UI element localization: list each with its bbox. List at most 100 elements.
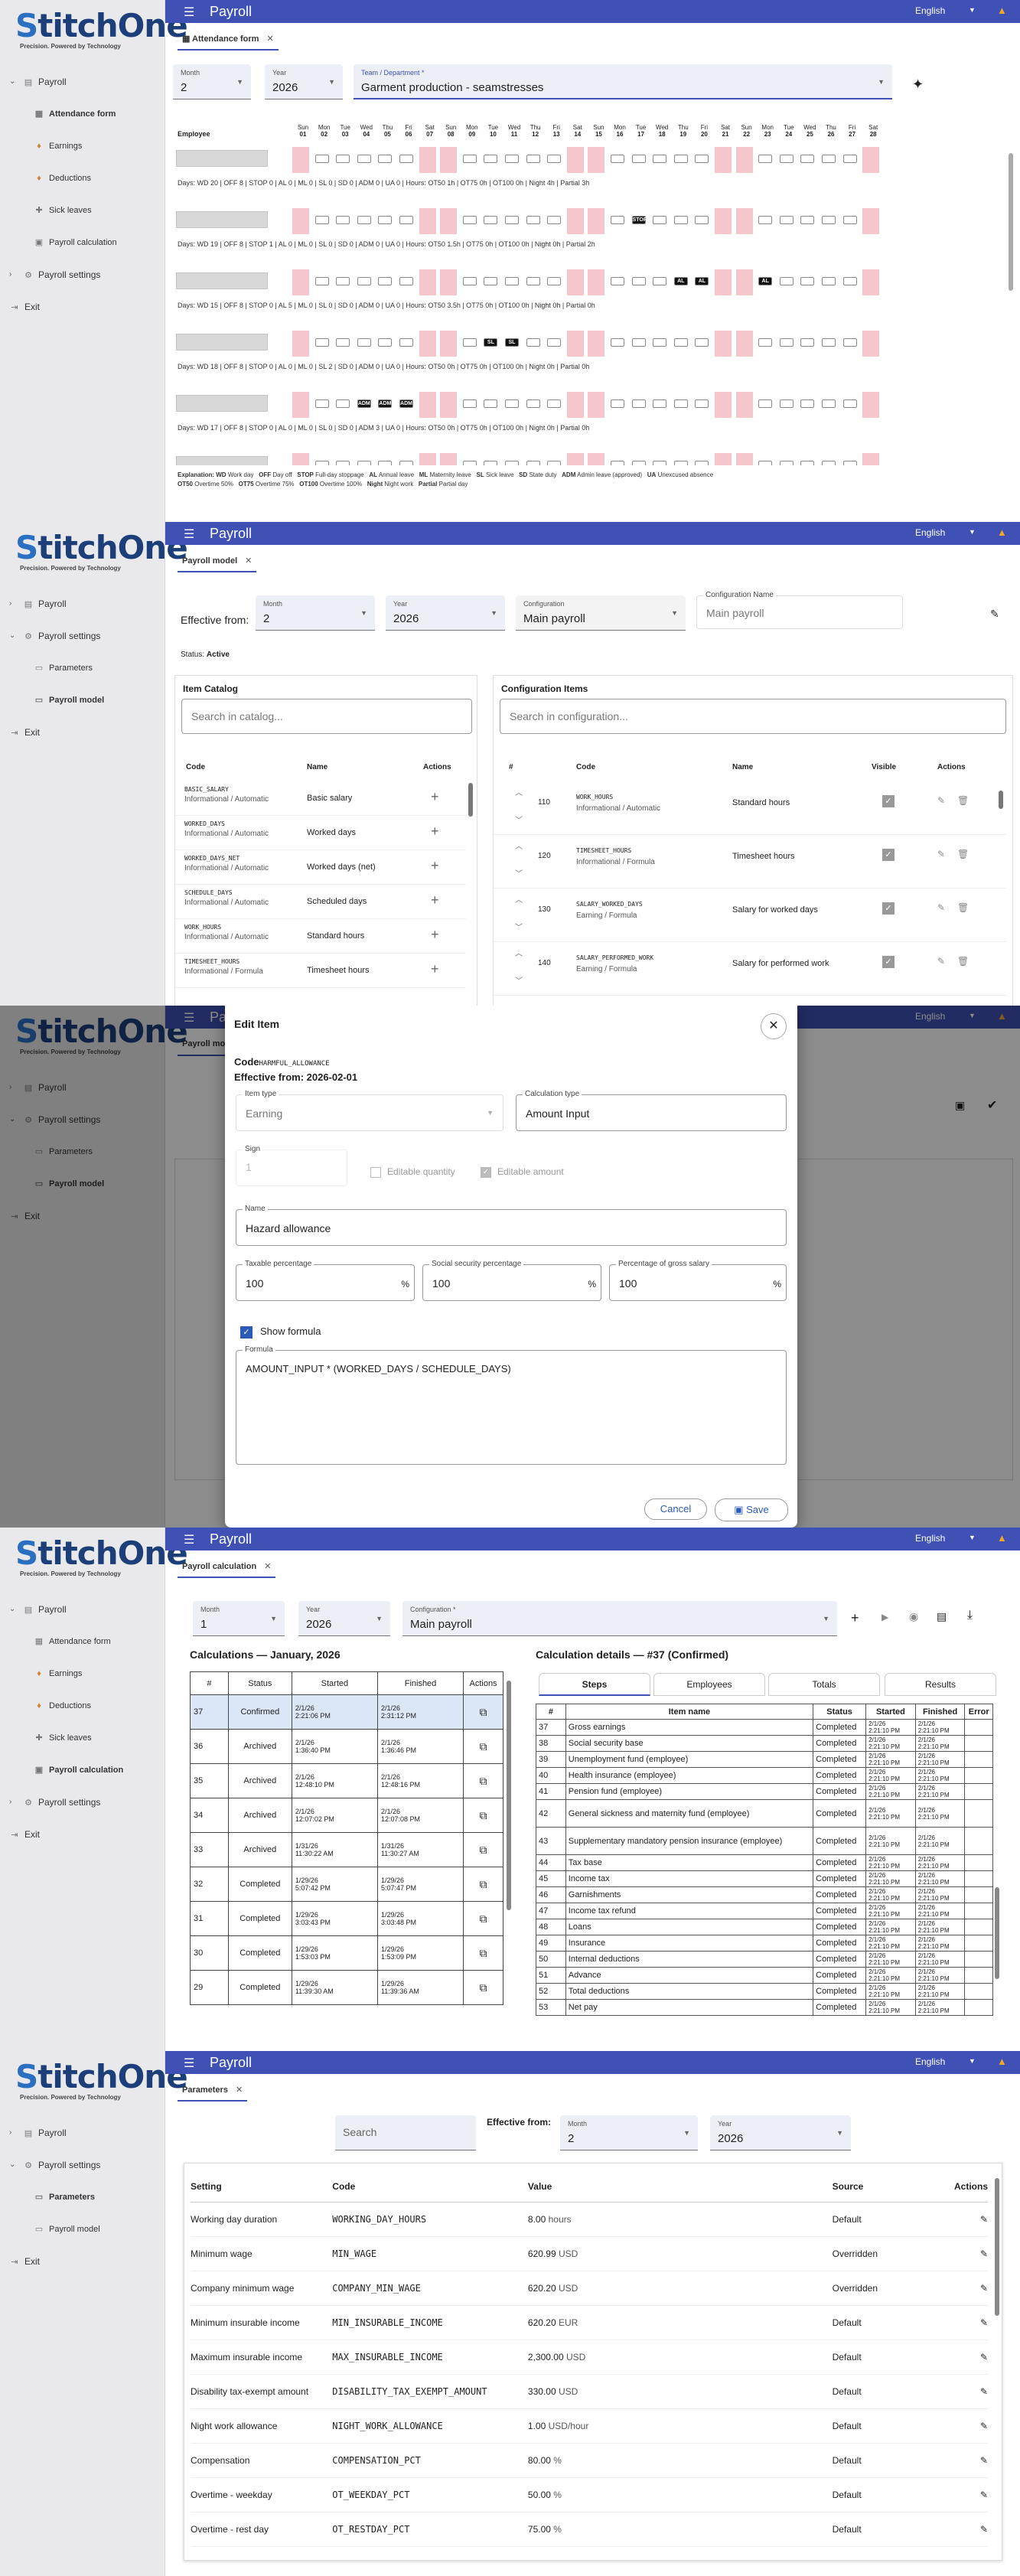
calculation-row[interactable]: 37 Confirmed 2/1/26 2:21:06 PM 2/1/26 2:31… (190, 1694, 503, 1730)
day-cell[interactable] (440, 453, 458, 465)
day-cell[interactable] (757, 208, 774, 234)
day-cell[interactable] (334, 208, 351, 234)
day-cell[interactable]: AL (757, 269, 774, 295)
day-input[interactable] (758, 338, 773, 347)
day-input[interactable] (673, 216, 688, 224)
day-cell[interactable] (588, 208, 605, 234)
edit-icon[interactable]: ✎ (980, 2455, 988, 2466)
day-cell[interactable] (419, 392, 436, 418)
day-cell[interactable] (799, 147, 816, 173)
month-select[interactable]: Month 2 ▼ (173, 64, 251, 99)
day-cell[interactable] (651, 147, 668, 173)
day-code-badge[interactable]: SL (505, 338, 519, 347)
day-cell[interactable] (693, 331, 710, 357)
day-cell[interactable]: ADM (398, 392, 415, 418)
sidebar-item-payroll-settings[interactable]: ⌄ ⚙ Payroll settings (0, 620, 165, 652)
chevron-down-icon[interactable]: ﹀ (515, 974, 523, 986)
day-cell[interactable] (757, 453, 774, 465)
day-cell[interactable] (631, 392, 647, 418)
day-cell[interactable] (419, 147, 436, 173)
day-cell[interactable] (482, 392, 499, 418)
cancel-button[interactable]: Cancel (644, 1498, 707, 1520)
day-input[interactable] (526, 399, 540, 408)
day-cell[interactable] (546, 453, 562, 465)
open-external-icon[interactable]: ⧉ (480, 1878, 487, 1890)
day-cell[interactable] (314, 392, 331, 418)
bell-icon[interactable]: ▲ (997, 527, 1007, 538)
day-cell[interactable] (461, 269, 478, 295)
sidebar-item-payroll-calculation[interactable]: ▣ Payroll calculation (0, 227, 165, 259)
menu-icon[interactable]: ☰ (184, 527, 194, 542)
day-cell[interactable] (503, 269, 520, 295)
day-cell[interactable] (842, 392, 859, 418)
day-cell[interactable] (334, 392, 351, 418)
chevron-up-icon[interactable]: ︿ (515, 786, 523, 797)
calculation-row[interactable]: 36 Archived 2/1/26 1:36:40 PM 2/1/26 1:36:… (190, 1729, 503, 1764)
day-cell[interactable] (673, 208, 689, 234)
taxable-percentage-field[interactable]: Taxable percentage 100% (236, 1260, 415, 1301)
edit-icon[interactable]: ✎ (990, 608, 999, 621)
sidebar-item-exit[interactable]: ⇥ Exit (0, 1818, 165, 1850)
day-cell[interactable] (651, 392, 668, 418)
chevron-down-icon[interactable]: ﹀ (515, 921, 523, 932)
day-cell[interactable] (778, 147, 795, 173)
day-input[interactable] (695, 155, 709, 163)
edit-icon[interactable]: ✎ (980, 2386, 988, 2397)
day-input[interactable] (336, 155, 350, 163)
day-cell[interactable] (842, 208, 859, 234)
day-input[interactable] (399, 216, 413, 224)
day-cell[interactable]: STOP (631, 208, 647, 234)
bell-icon[interactable]: ▲ (997, 5, 1007, 16)
day-cell[interactable] (673, 147, 689, 173)
sidebar-item-sick-leaves[interactable]: ✚ Sick leaves (0, 1722, 165, 1754)
name-field[interactable]: Name Hazard allowance (236, 1205, 787, 1246)
edit-icon[interactable]: ✎ (937, 849, 945, 859)
day-input[interactable] (695, 216, 709, 224)
day-input[interactable] (314, 216, 329, 224)
tab-payroll-calculation[interactable]: Payroll calculation ✕ (178, 1555, 276, 1578)
day-input[interactable] (336, 338, 350, 347)
day-cell[interactable] (356, 147, 373, 173)
year-select[interactable]: Year 2026 ▼ (265, 64, 343, 99)
day-code-badge[interactable]: STOP (631, 216, 647, 224)
save-button[interactable]: ▣ Save (715, 1498, 788, 1521)
day-cell[interactable] (842, 269, 859, 295)
day-input[interactable] (800, 155, 815, 163)
day-cell[interactable] (631, 269, 647, 295)
day-cell[interactable] (292, 269, 309, 295)
day-input[interactable] (399, 338, 413, 347)
configuration-select[interactable]: Configuration Main payroll ▼ (516, 595, 686, 631)
sidebar-item-exit[interactable]: ⇥ Exit (0, 2245, 165, 2278)
sidebar-item-deductions[interactable]: ♦ Deductions (0, 162, 165, 194)
day-input[interactable] (842, 277, 857, 285)
tab-payroll-model[interactable]: Payroll model ✕ (178, 549, 257, 572)
day-input[interactable] (547, 155, 562, 163)
day-input[interactable] (314, 277, 329, 285)
day-input[interactable] (484, 461, 498, 465)
day-input[interactable] (505, 399, 519, 408)
day-cell[interactable]: SL (482, 331, 499, 357)
day-input[interactable] (611, 216, 624, 224)
day-cell[interactable] (334, 331, 351, 357)
day-cell[interactable] (482, 269, 499, 295)
edit-icon[interactable]: ✎ (980, 2490, 988, 2500)
add-icon[interactable]: + (431, 789, 439, 805)
search-input[interactable]: Search (335, 2115, 476, 2150)
tab-steps[interactable]: Steps (539, 1673, 650, 1696)
day-cell[interactable] (566, 331, 584, 357)
day-cell[interactable] (566, 208, 584, 234)
close-icon[interactable]: ✕ (266, 34, 273, 44)
day-input[interactable] (779, 155, 794, 163)
open-external-icon[interactable]: ⧉ (480, 1981, 487, 1994)
day-input[interactable] (526, 155, 540, 163)
chevron-up-icon[interactable]: ︿ (515, 893, 523, 905)
day-code-badge[interactable]: AL (695, 277, 709, 285)
add-icon[interactable]: + (431, 858, 439, 874)
calculation-row[interactable]: 34 Archived 2/1/26 12:07:02 PM 2/1/26 12:0… (190, 1798, 503, 1833)
day-cell[interactable] (862, 331, 880, 357)
day-input[interactable] (314, 461, 329, 465)
day-cell[interactable] (651, 331, 668, 357)
gross-percentage-field[interactable]: Percentage of gross salary 100% (609, 1260, 787, 1301)
day-cell[interactable] (757, 147, 774, 173)
catalog-search-input[interactable]: Search in catalog... (181, 699, 472, 734)
